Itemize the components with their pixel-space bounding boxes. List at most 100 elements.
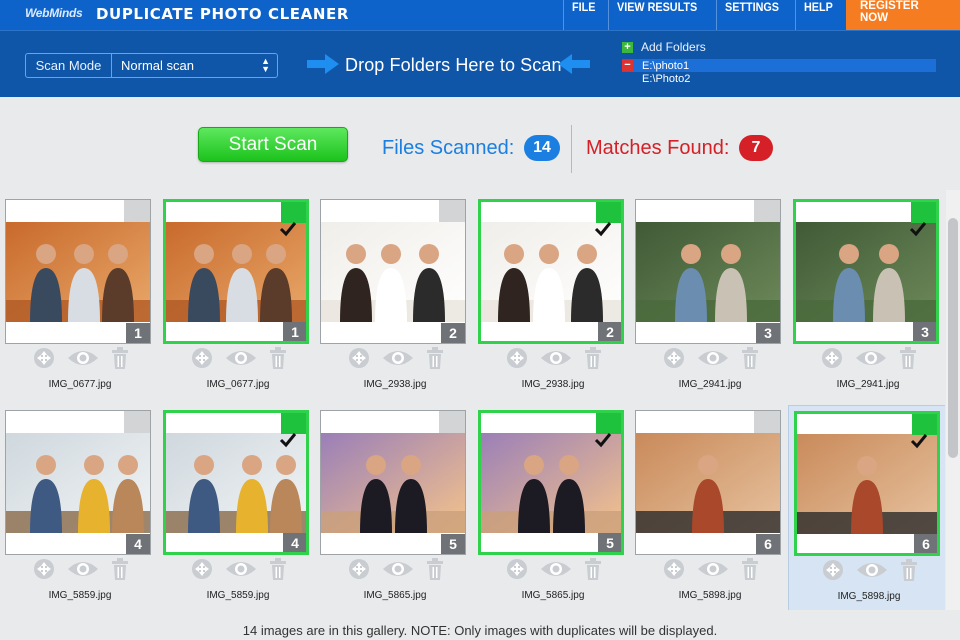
photo-filename: IMG_5859.jpg xyxy=(206,590,270,601)
select-checkbox[interactable] xyxy=(754,411,780,433)
photo-thumbnail[interactable]: 1 xyxy=(5,199,151,344)
preview-eye-icon[interactable] xyxy=(224,347,258,369)
select-checkbox[interactable] xyxy=(909,202,936,237)
gallery-tile[interactable]: 3 IMG_2941.jpg xyxy=(630,194,790,408)
trash-icon[interactable] xyxy=(899,347,917,369)
photo-thumbnail[interactable]: 5 xyxy=(320,410,466,555)
scrollbar-thumb[interactable] xyxy=(948,218,958,458)
folder-path: E:\Photo2 xyxy=(642,72,691,85)
gallery-tile[interactable]: 4 IMG_5859.jpg xyxy=(158,405,318,610)
trash-icon[interactable] xyxy=(269,558,287,580)
select-checkbox[interactable] xyxy=(910,414,937,449)
register-now-button[interactable]: REGISTER NOW xyxy=(846,0,960,30)
gallery-tile[interactable]: 1 IMG_0677.jpg xyxy=(0,194,160,408)
move-icon[interactable] xyxy=(348,558,370,580)
scan-mode-select[interactable]: Scan Mode Normal scan ▲ ▼ xyxy=(25,53,278,78)
matches-found-label: Matches Found: xyxy=(586,137,730,159)
move-icon[interactable] xyxy=(33,347,55,369)
preview-eye-icon[interactable] xyxy=(224,558,258,580)
gallery-scrollbar[interactable] xyxy=(946,190,960,610)
trash-icon[interactable] xyxy=(900,559,918,581)
preview-eye-icon[interactable] xyxy=(855,559,889,581)
move-icon[interactable] xyxy=(663,347,685,369)
select-checkbox[interactable] xyxy=(439,200,465,222)
preview-eye-icon[interactable] xyxy=(539,347,573,369)
move-icon[interactable] xyxy=(191,347,213,369)
folder-item[interactable]: E:\Photo2 xyxy=(622,72,936,85)
group-number-badge: 1 xyxy=(126,323,150,343)
trash-icon[interactable] xyxy=(741,347,759,369)
trash-icon[interactable] xyxy=(426,347,444,369)
gallery-tile[interactable]: 2 IMG_2938.jpg xyxy=(473,194,633,408)
preview-eye-icon[interactable] xyxy=(381,558,415,580)
preview-eye-icon[interactable] xyxy=(381,347,415,369)
move-icon[interactable] xyxy=(822,559,844,581)
tile-actions xyxy=(348,346,444,370)
preview-eye-icon[interactable] xyxy=(66,347,100,369)
move-icon[interactable] xyxy=(348,347,370,369)
trash-icon[interactable] xyxy=(426,558,444,580)
photo-filename: IMG_5865.jpg xyxy=(363,590,427,601)
trash-icon[interactable] xyxy=(111,347,129,369)
gallery-tile[interactable]: 2 IMG_2938.jpg xyxy=(315,194,475,408)
trash-icon[interactable] xyxy=(584,558,602,580)
gallery-tile[interactable]: 6 IMG_5898.jpg xyxy=(630,405,790,610)
preview-eye-icon[interactable] xyxy=(696,347,730,369)
menu-settings[interactable]: SETTINGS xyxy=(715,0,787,30)
select-checkbox[interactable] xyxy=(279,413,306,448)
menu-file[interactable]: FILE xyxy=(562,0,604,30)
photo-thumbnail[interactable]: 1 xyxy=(163,199,309,344)
trash-icon[interactable] xyxy=(111,558,129,580)
photo-thumbnail[interactable]: 6 xyxy=(794,411,940,556)
select-checkbox[interactable] xyxy=(124,411,150,433)
gallery-tile[interactable]: 5 IMG_5865.jpg xyxy=(473,405,633,610)
move-icon[interactable] xyxy=(821,347,843,369)
preview-eye-icon[interactable] xyxy=(66,558,100,580)
move-icon[interactable] xyxy=(191,558,213,580)
preview-eye-icon[interactable] xyxy=(696,558,730,580)
photo-thumbnail[interactable]: 3 xyxy=(635,199,781,344)
group-number-badge: 4 xyxy=(283,533,306,552)
photo-image xyxy=(481,433,621,533)
menu-view-results[interactable]: VIEW RESULTS xyxy=(607,0,705,30)
photo-thumbnail[interactable]: 2 xyxy=(320,199,466,344)
trash-icon[interactable] xyxy=(584,347,602,369)
minus-icon[interactable]: − xyxy=(622,60,633,71)
select-checkbox[interactable] xyxy=(124,200,150,222)
photo-thumbnail[interactable]: 6 xyxy=(635,410,781,555)
select-checkbox[interactable] xyxy=(594,202,621,237)
gallery-tile[interactable]: 1 IMG_0677.jpg xyxy=(158,194,318,408)
folder-item[interactable]: − E:\photo1 xyxy=(622,59,936,72)
gallery-tile[interactable]: 6 IMG_5898.jpg xyxy=(788,405,945,610)
photo-thumbnail[interactable]: 5 xyxy=(478,410,624,555)
drop-zone-text[interactable]: Drop Folders Here to Scan xyxy=(345,55,562,76)
photo-thumbnail[interactable]: 4 xyxy=(163,410,309,555)
app-window: WebMinds DUPLICATE PHOTO CLEANER FILE VI… xyxy=(0,0,960,640)
scan-mode-value[interactable]: Normal scan ▲ ▼ xyxy=(112,54,277,77)
preview-eye-icon[interactable] xyxy=(539,558,573,580)
gallery-tile[interactable]: 5 IMG_5865.jpg xyxy=(315,405,475,610)
move-icon[interactable] xyxy=(663,558,685,580)
select-checkbox[interactable] xyxy=(439,411,465,433)
tile-actions xyxy=(821,346,917,370)
photo-thumbnail[interactable]: 3 xyxy=(793,199,939,344)
photo-thumbnail[interactable]: 4 xyxy=(5,410,151,555)
start-scan-button[interactable]: Start Scan xyxy=(198,127,348,162)
group-number-badge: 3 xyxy=(756,323,780,343)
add-folders-button[interactable]: + Add Folders xyxy=(622,40,706,54)
photo-image xyxy=(6,222,150,322)
move-icon[interactable] xyxy=(506,347,528,369)
menu-help[interactable]: HELP xyxy=(794,0,841,30)
select-checkbox[interactable] xyxy=(594,413,621,448)
tile-actions xyxy=(822,558,918,582)
trash-icon[interactable] xyxy=(741,558,759,580)
preview-eye-icon[interactable] xyxy=(854,347,888,369)
gallery-tile[interactable]: 3 IMG_2941.jpg xyxy=(788,194,945,408)
photo-thumbnail[interactable]: 2 xyxy=(478,199,624,344)
select-checkbox[interactable] xyxy=(754,200,780,222)
move-icon[interactable] xyxy=(33,558,55,580)
trash-icon[interactable] xyxy=(269,347,287,369)
select-checkbox[interactable] xyxy=(279,202,306,237)
gallery-tile[interactable]: 4 IMG_5859.jpg xyxy=(0,405,160,610)
move-icon[interactable] xyxy=(506,558,528,580)
